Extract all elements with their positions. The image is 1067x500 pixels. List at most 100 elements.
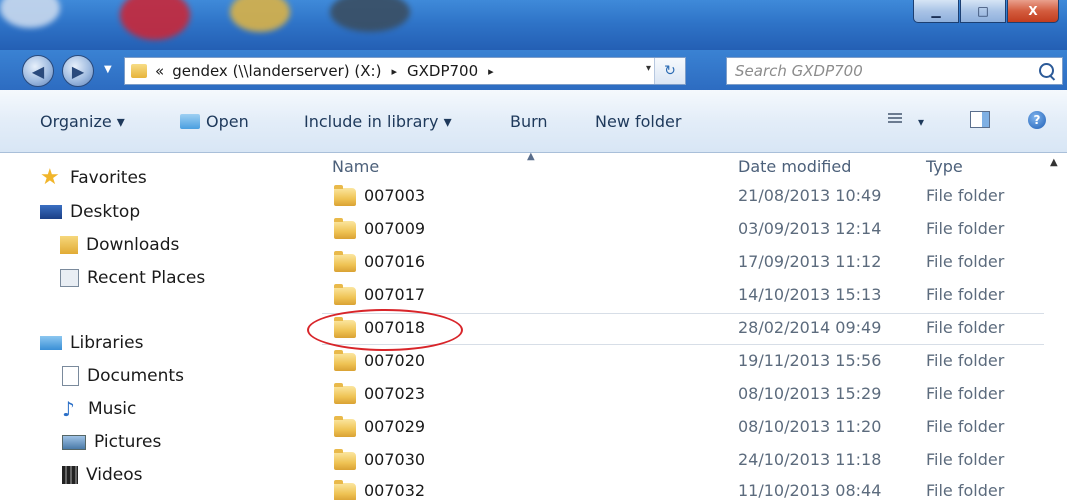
nav-downloads[interactable]: Downloads [60,235,179,255]
column-header-type[interactable]: Type [926,157,963,176]
nav-pictures-label: Pictures [94,432,162,452]
file-date: 28/02/2014 09:49 [738,318,882,337]
file-row[interactable]: 007016 17/09/2013 11:12 File folder [322,248,1044,278]
breadcrumb-gxdp700[interactable]: GXDP700 [403,62,482,80]
folder-icon [334,480,356,500]
file-row[interactable]: 007017 14/10/2013 15:13 File folder [322,281,1044,311]
view-dropdown-icon[interactable]: ▾ [918,115,924,129]
nav-videos-label: Videos [86,465,143,485]
address-bar[interactable]: « gendex (\\landerserver) (X:) ▸ GXDP700… [124,57,686,85]
nav-documents[interactable]: Documents [62,366,184,386]
folder-icon [131,64,147,78]
downloads-icon [60,236,78,254]
file-date: 08/10/2013 15:29 [738,384,882,403]
nav-desktop-label: Desktop [70,202,141,222]
file-row[interactable]: 007003 21/08/2013 10:49 File folder [322,182,1044,212]
nav-favorites[interactable]: ★ Favorites [40,165,147,190]
file-name: 007016 [364,252,426,271]
search-box [726,57,1063,85]
file-row[interactable]: 007029 08/10/2013 11:20 File folder [322,413,1044,443]
file-name: 007017 [364,285,426,304]
maximize-button[interactable]: □ [960,0,1006,23]
search-input[interactable] [727,61,1027,81]
star-icon: ★ [40,165,60,190]
file-type: File folder [926,285,1005,304]
nav-pictures[interactable]: Pictures [62,432,161,452]
nav-desktop[interactable]: Desktop [40,202,140,222]
file-name: 007030 [364,450,426,469]
file-type: File folder [926,186,1005,205]
file-type: File folder [926,481,1005,500]
search-icon[interactable] [1039,63,1054,78]
libraries-icon [40,336,62,350]
file-date: 11/10/2013 08:44 [738,481,882,500]
file-row[interactable]: 007032 11/10/2013 08:44 File folder [322,477,1044,500]
column-header-date-modified[interactable]: Date modified [738,157,851,176]
file-date: 24/10/2013 11:18 [738,450,882,469]
include-in-library-button[interactable]: Include in library ▾ [304,112,452,131]
documents-icon [62,366,79,386]
preview-pane-icon[interactable] [970,111,990,128]
breadcrumb-overflow[interactable]: « [151,62,168,80]
folder-icon [334,449,356,470]
pictures-icon [62,434,86,450]
folder-icon [334,251,356,272]
new-folder-button[interactable]: New folder [595,112,681,131]
file-type: File folder [926,417,1005,436]
nav-recent-places-label: Recent Places [87,268,206,288]
scroll-up-arrow-icon[interactable]: ▲ [1050,157,1058,168]
file-name: 007009 [364,219,426,238]
address-row: ◀ ▶ ▼ « gendex (\\landerserver) (X:) ▸ G… [0,50,1067,90]
file-type: File folder [926,384,1005,403]
breadcrumb-separator-icon[interactable]: ▸ [385,65,403,78]
back-button[interactable]: ◀ [22,55,54,87]
folder-icon [334,383,356,404]
file-name: 007029 [364,417,426,436]
organize-button[interactable]: Organize ▾ [40,112,125,131]
music-icon: ♪ [62,397,75,421]
title-bar: ▁ □ X [0,0,1067,50]
column-header-name[interactable]: Name [332,157,379,176]
nav-music[interactable]: ♪ Music [62,399,136,419]
file-type: File folder [926,450,1005,469]
back-arrow-icon: ◀ [31,61,45,81]
refresh-button[interactable]: ↻ [654,58,685,84]
nav-libraries[interactable]: Libraries [40,333,143,353]
desktop-glimpse-red [120,0,190,40]
recent-pages-dropdown-icon[interactable]: ▼ [104,64,112,75]
breadcrumb-drive[interactable]: gendex (\\landerserver) (X:) [168,62,385,80]
file-name: 007032 [364,481,426,500]
file-row[interactable]: 007009 03/09/2013 12:14 File folder [322,215,1044,245]
change-view-icon[interactable] [888,113,902,125]
desktop-glimpse-dark [330,0,410,32]
desktop-glimpse-yellow [230,0,290,32]
nav-videos[interactable]: Videos [62,465,143,485]
address-dropdown-icon[interactable]: ▾ [646,63,651,74]
command-bar: Organize ▾ Open Include in library ▾ Bur… [0,90,1067,153]
folder-icon [334,185,356,206]
close-button[interactable]: X [1007,0,1059,23]
folder-icon [334,350,356,371]
nav-downloads-label: Downloads [86,235,180,255]
open-button[interactable]: Open [180,112,249,131]
folder-icon [334,218,356,239]
open-label: Open [206,112,249,131]
file-row[interactable]: 007020 19/11/2013 15:56 File folder [322,347,1044,377]
nav-recent-places[interactable]: Recent Places [60,268,205,288]
file-row-highlighted[interactable]: 007018 28/02/2014 09:49 File folder [322,313,1044,345]
videos-icon [62,466,78,484]
nav-music-label: Music [88,399,137,419]
breadcrumb-separator-icon[interactable]: ▸ [482,65,500,78]
file-type: File folder [926,219,1005,238]
help-icon[interactable]: ? [1028,111,1046,129]
minimize-button[interactable]: ▁ [913,0,959,23]
open-folder-icon [180,114,200,129]
navigation-pane: ★ Favorites Desktop Downloads Recent Pla… [0,153,312,500]
file-list: Name ▲ Date modified Type 007003 21/08/2… [322,151,1067,500]
file-row[interactable]: 007030 24/10/2013 11:18 File folder [322,446,1044,476]
forward-button[interactable]: ▶ [62,55,94,87]
burn-button[interactable]: Burn [510,112,548,131]
file-row[interactable]: 007023 08/10/2013 15:29 File folder [322,380,1044,410]
file-date: 03/09/2013 12:14 [738,219,882,238]
recent-places-icon [60,269,79,287]
